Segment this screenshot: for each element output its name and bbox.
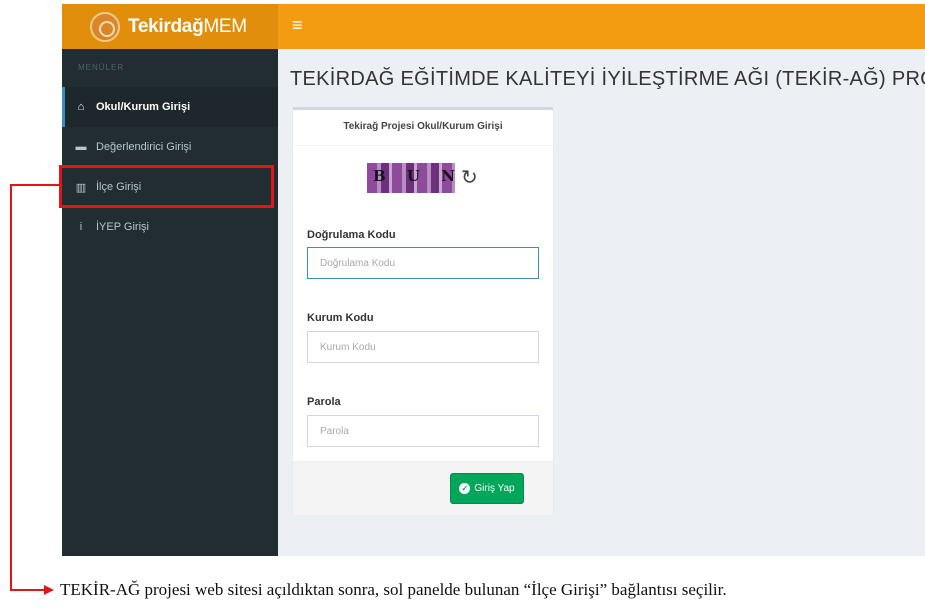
password-label: Parola: [307, 396, 341, 408]
info-icon: i: [79, 221, 83, 233]
login-box-footer: ✓ Giriş Yap: [293, 461, 553, 515]
password-input[interactable]: [307, 415, 539, 447]
sidebar: MENÜLER ⌂ Okul/Kurum Girişi ▬ Değerlendi…: [62, 49, 278, 556]
hamburger-menu-icon[interactable]: ≡: [292, 15, 303, 35]
institution-code-input[interactable]: [307, 331, 539, 363]
callout-arrow-line: [10, 184, 60, 186]
callout-arrow-line: [10, 184, 12, 591]
sidebar-item-label: Okul/Kurum Girişi: [96, 101, 191, 113]
top-navbar: TekirdağMEM ≡: [62, 4, 925, 49]
home-icon: ⌂: [77, 101, 85, 113]
institution-code-label: Kurum Kodu: [307, 312, 374, 324]
meb-logo-icon: [90, 11, 120, 42]
briefcase-icon: ▬: [75, 141, 87, 153]
login-submit-button[interactable]: ✓ Giriş Yap: [450, 473, 524, 504]
login-box-title: Tekirağ Projesi Okul/Kurum Girişi: [293, 110, 553, 146]
bank-icon: ▥: [75, 181, 87, 194]
sidebar-item-label: İlçe Girişi: [96, 181, 142, 193]
sidebar-item-okul-kurum-girisi[interactable]: ⌂ Okul/Kurum Girişi: [62, 87, 278, 127]
captcha-image: B U N: [367, 163, 455, 193]
brand-title-light: MEM: [203, 15, 247, 37]
figure-caption: TEKİR-AĞ projesi web sitesi açıldıktan s…: [60, 580, 727, 599]
sidebar-item-degerlendirici-girisi[interactable]: ▬ Değerlendirici Girişi: [62, 127, 278, 167]
verification-code-label: Doğrulama Kodu: [307, 229, 396, 241]
check-circle-icon: ✓: [459, 483, 471, 494]
sidebar-item-label: Değerlendirici Girişi: [96, 141, 192, 153]
verification-code-input[interactable]: [307, 247, 539, 279]
callout-arrow-line: [10, 589, 46, 591]
application-screenshot: TekirdağMEM ≡ MENÜLER ⌂ Okul/Kurum Giriş…: [62, 4, 925, 556]
page-title: TEKİRDAĞ EĞİTİMDE KALİTEYİ İYİLEŞTİRME A…: [290, 68, 925, 90]
brand-logo-area[interactable]: TekirdağMEM: [62, 4, 278, 49]
brand-title-bold: Tekirdağ: [128, 15, 204, 37]
refresh-icon[interactable]: ↻: [461, 168, 478, 188]
captcha-text: B U N: [373, 167, 463, 185]
sidebar-section-header: MENÜLER: [78, 63, 125, 72]
sidebar-item-iyep-girisi[interactable]: i İYEP Girişi: [62, 207, 278, 247]
login-submit-label: Giriş Yap: [474, 483, 515, 494]
callout-arrow-head-icon: [44, 585, 54, 595]
brand-title: TekirdağMEM: [128, 16, 247, 38]
login-box: Tekirağ Projesi Okul/Kurum Girişi B U N …: [293, 107, 553, 515]
captcha-row: B U N ↻: [367, 163, 478, 193]
sidebar-item-ilce-girisi[interactable]: ▥ İlçe Girişi: [62, 167, 278, 207]
sidebar-item-label: İYEP Girişi: [96, 221, 149, 233]
